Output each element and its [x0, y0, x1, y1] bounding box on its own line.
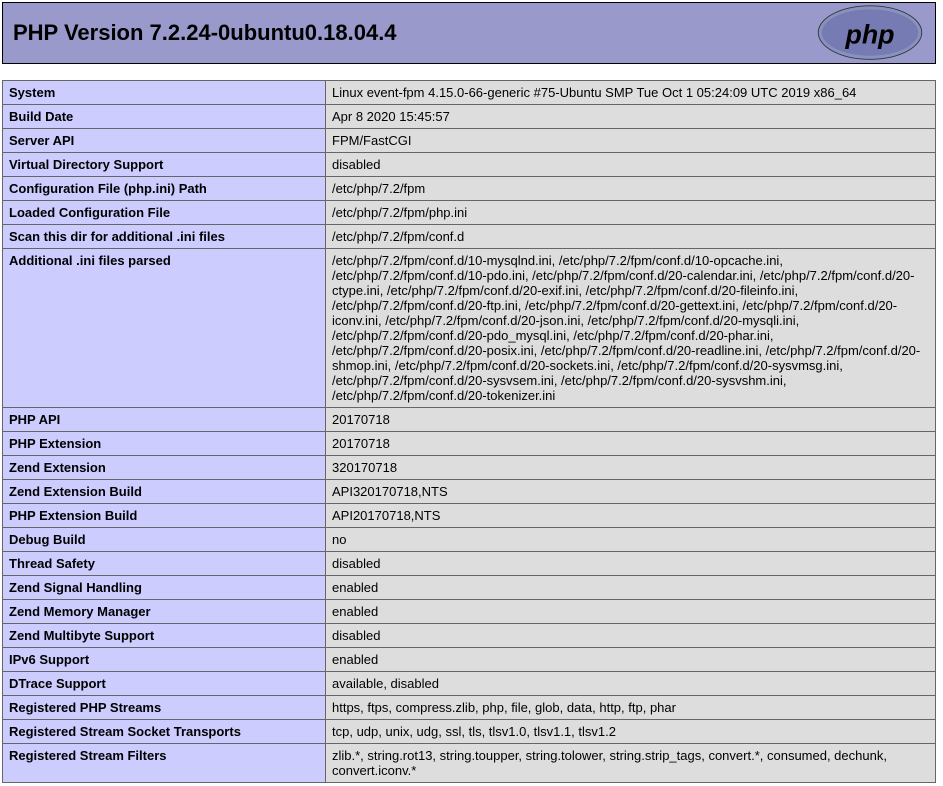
info-label: Thread Safety — [3, 552, 326, 576]
info-value: enabled — [326, 576, 936, 600]
table-row: Zend Signal Handlingenabled — [3, 576, 936, 600]
table-row: Additional .ini files parsed/etc/php/7.2… — [3, 249, 936, 408]
info-label: Loaded Configuration File — [3, 201, 326, 225]
info-value: disabled — [326, 624, 936, 648]
table-row: PHP Extension BuildAPI20170718,NTS — [3, 504, 936, 528]
phpinfo-header: PHP Version 7.2.24-0ubuntu0.18.04.4 php — [2, 2, 936, 64]
info-value: /etc/php/7.2/fpm/php.ini — [326, 201, 936, 225]
info-value: https, ftps, compress.zlib, php, file, g… — [326, 696, 936, 720]
info-label: DTrace Support — [3, 672, 326, 696]
table-row: Zend Memory Managerenabled — [3, 600, 936, 624]
info-label: Zend Extension Build — [3, 480, 326, 504]
table-row: Zend Multibyte Supportdisabled — [3, 624, 936, 648]
info-value: API20170718,NTS — [326, 504, 936, 528]
info-value: /etc/php/7.2/fpm/conf.d/10-mysqlnd.ini, … — [326, 249, 936, 408]
info-label: System — [3, 81, 326, 105]
svg-text:php: php — [844, 19, 894, 49]
info-value: Apr 8 2020 15:45:57 — [326, 105, 936, 129]
info-label: PHP Extension Build — [3, 504, 326, 528]
table-row: PHP Extension20170718 — [3, 432, 936, 456]
info-value: FPM/FastCGI — [326, 129, 936, 153]
table-row: Registered PHP Streamshttps, ftps, compr… — [3, 696, 936, 720]
info-label: Configuration File (php.ini) Path — [3, 177, 326, 201]
table-row: IPv6 Supportenabled — [3, 648, 936, 672]
table-row: Thread Safetydisabled — [3, 552, 936, 576]
info-label: Zend Signal Handling — [3, 576, 326, 600]
info-value: disabled — [326, 153, 936, 177]
table-row: Loaded Configuration File/etc/php/7.2/fp… — [3, 201, 936, 225]
info-label: Build Date — [3, 105, 326, 129]
info-value: enabled — [326, 600, 936, 624]
info-label: Scan this dir for additional .ini files — [3, 225, 326, 249]
table-row: Registered Stream Filterszlib.*, string.… — [3, 744, 936, 783]
php-logo-icon: php — [815, 4, 925, 62]
phpinfo-table: SystemLinux event-fpm 4.15.0-66-generic … — [2, 80, 936, 783]
table-row: PHP API20170718 — [3, 408, 936, 432]
info-label: Zend Extension — [3, 456, 326, 480]
info-label: Additional .ini files parsed — [3, 249, 326, 408]
info-value: enabled — [326, 648, 936, 672]
table-row: Virtual Directory Supportdisabled — [3, 153, 936, 177]
table-row: Zend Extension BuildAPI320170718,NTS — [3, 480, 936, 504]
table-row: Debug Buildno — [3, 528, 936, 552]
info-value: Linux event-fpm 4.15.0-66-generic #75-Ub… — [326, 81, 936, 105]
table-row: Configuration File (php.ini) Path/etc/ph… — [3, 177, 936, 201]
table-row: Scan this dir for additional .ini files/… — [3, 225, 936, 249]
info-label: Registered Stream Filters — [3, 744, 326, 783]
info-value: 20170718 — [326, 432, 936, 456]
info-label: IPv6 Support — [3, 648, 326, 672]
info-value: tcp, udp, unix, udg, ssl, tls, tlsv1.0, … — [326, 720, 936, 744]
info-value: 20170718 — [326, 408, 936, 432]
info-label: PHP API — [3, 408, 326, 432]
table-row: Zend Extension320170718 — [3, 456, 936, 480]
info-label: Zend Memory Manager — [3, 600, 326, 624]
info-value: no — [326, 528, 936, 552]
info-value: disabled — [326, 552, 936, 576]
info-label: Registered Stream Socket Transports — [3, 720, 326, 744]
table-row: Server APIFPM/FastCGI — [3, 129, 936, 153]
info-value: zlib.*, string.rot13, string.toupper, st… — [326, 744, 936, 783]
info-label: Debug Build — [3, 528, 326, 552]
info-label: Server API — [3, 129, 326, 153]
table-row: SystemLinux event-fpm 4.15.0-66-generic … — [3, 81, 936, 105]
info-label: Zend Multibyte Support — [3, 624, 326, 648]
table-row: DTrace Supportavailable, disabled — [3, 672, 936, 696]
page-title: PHP Version 7.2.24-0ubuntu0.18.04.4 — [13, 20, 397, 46]
info-value: API320170718,NTS — [326, 480, 936, 504]
info-label: PHP Extension — [3, 432, 326, 456]
info-value: /etc/php/7.2/fpm — [326, 177, 936, 201]
info-label: Registered PHP Streams — [3, 696, 326, 720]
table-row: Build DateApr 8 2020 15:45:57 — [3, 105, 936, 129]
table-row: Registered Stream Socket Transportstcp, … — [3, 720, 936, 744]
info-label: Virtual Directory Support — [3, 153, 326, 177]
info-value: /etc/php/7.2/fpm/conf.d — [326, 225, 936, 249]
info-value: 320170718 — [326, 456, 936, 480]
info-value: available, disabled — [326, 672, 936, 696]
